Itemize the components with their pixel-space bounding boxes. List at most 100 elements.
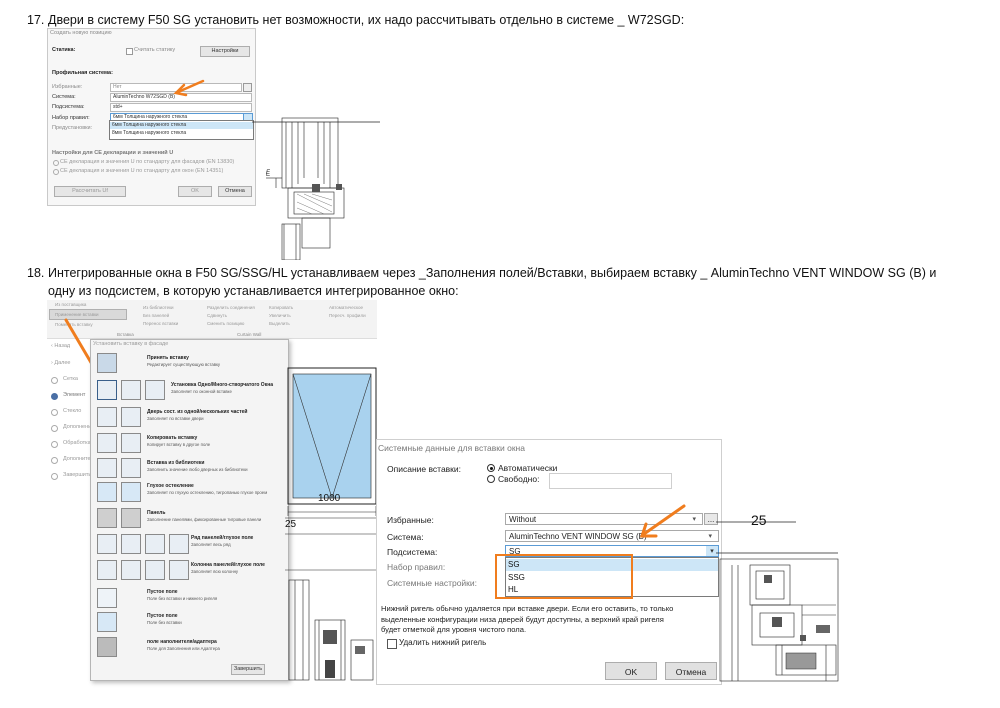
dimension-25-left: 25 [285,519,297,530]
ribbon-item-8[interactable]: Сменить позицию [207,320,244,327]
ce-option-2: CE декларация и значения U по стандарту … [60,168,224,174]
menu-row-title-11[interactable]: поле наполнителя/адаптера [147,639,217,645]
menu-row-sub-10: Поле без вставки [147,620,182,625]
ribbon-item-5[interactable]: Перенос вставки [143,320,178,327]
menu-row-sub-6: Заполнение панелями, фиксированные тигро… [147,517,262,522]
menu-row-title-2[interactable]: Дверь сост. из одной/нескольких частей [147,409,248,415]
menu-row-title-1[interactable]: Установка Одно/Много-створчатого Окна [171,382,273,388]
menu-row-title-8[interactable]: Колонна панелей/глухое поле [191,562,265,568]
panel-alt-icon[interactable] [121,508,141,528]
remove-transom-checkbox[interactable] [387,639,397,649]
rules-option-6mm[interactable]: 6мм Толщина наружного стекла [110,122,253,129]
menu-row-title-0[interactable]: Принять вставку [147,355,189,361]
recalc-uf-button[interactable]: Рассчитать Uf [54,186,126,197]
ribbon-item-11[interactable]: Выделить [269,320,290,327]
menu-row-sub-0: Редактирует существующую вставку [147,362,221,367]
cancel-button-big[interactable]: Отмена [665,662,717,680]
sidebar-step-icon-3 [51,425,58,432]
sidebar-step-icon-0 [51,377,58,384]
column-panel-icon-1[interactable] [97,560,117,580]
row-panel-icon-4[interactable] [169,534,189,554]
calc-statics-checkbox[interactable] [126,48,133,55]
column-panel-icon-3[interactable] [145,560,165,580]
menu-row-title-4[interactable]: Вставка из библиотеки [147,460,204,466]
cancel-button[interactable]: Отмена [218,186,252,197]
row-panel-icon-2[interactable] [121,534,141,554]
radio-auto-label: Автоматически [498,463,558,473]
column-panel-icon-2[interactable] [121,560,141,580]
new-position-dialog: Создать новую позицию Статика: Считать с… [47,28,256,206]
radio-auto[interactable] [487,464,495,472]
sidebar-item-processing[interactable]: Обработка [63,440,91,447]
ribbon-group-curtain-wall: Curtain Wall [237,332,262,337]
menu-row-title-10[interactable]: Пустое поле [147,613,177,619]
settings-button[interactable]: Настройки [200,46,250,57]
radio-free-label: Свободно: [498,474,540,484]
menu-row-sub-5: Заполняет по глухую остеклению, тигропан… [147,490,268,495]
menu-row-title-5[interactable]: Глухое остекление [147,483,194,489]
window-elevation-drawing [285,367,380,681]
sidebar-item-glass[interactable]: Стекло [63,408,81,415]
ribbon-item-7[interactable]: Сдвинуть [207,312,227,319]
ribbon-item-3[interactable]: Из библиотеки [143,304,174,311]
fav-chevron-down-icon: ▾ [692,516,696,523]
menu-row-title-6[interactable]: Панель [147,510,165,516]
filler-adapter-icon[interactable] [97,637,117,657]
sidebar-item-grid[interactable]: Сетка [63,376,78,383]
sidebar-item-element[interactable]: Элемент [63,392,85,399]
subsystem-label: Подсистема: [52,104,85,110]
ribbon-item-0[interactable]: Из поставщика [55,301,86,308]
menu-row-title-7[interactable]: Ряд панелей/глухое поле [191,535,253,541]
insert-menu-title: Установить вставку в фасаде [93,341,169,347]
sidebar-next[interactable]: › Далее [51,360,71,367]
rules-option-8mm[interactable]: 8мм Толщина наружного стекла [110,130,253,137]
door-single-icon[interactable] [97,407,117,427]
door-double-icon[interactable] [121,407,141,427]
ribbon-item-10[interactable]: Увеличить [269,312,291,319]
ribbon-item-4[interactable]: Без панелей [143,312,169,319]
copy-insert-alt-icon[interactable] [121,433,141,453]
menu-row-sub-4: Заполнить значение любо дверных из библи… [147,467,248,472]
radio-free[interactable] [487,475,495,483]
ribbon-item-9[interactable]: Копировать [269,304,293,311]
glazing-icon[interactable] [97,482,117,502]
item-18-line2: одну из подсистем, в которую устанавлива… [48,284,459,298]
panel-icon[interactable] [97,508,117,528]
row-panel-icon-1[interactable] [97,534,117,554]
column-panel-icon-4[interactable] [169,560,189,580]
glazing-alt-icon[interactable] [121,482,141,502]
empty-field-alt-icon[interactable] [97,612,117,632]
library-insert-alt-icon[interactable] [121,458,141,478]
window-triple-icon[interactable] [145,380,165,400]
ribbon-item-15[interactable]: Пересч. профили [329,312,366,319]
insert-menu-popup: Установить вставку в фасаде Принять вста… [90,339,289,681]
copy-insert-icon[interactable] [97,433,117,453]
empty-field-icon[interactable] [97,588,117,608]
free-description-input[interactable] [549,473,672,489]
subsystem-select[interactable]: std+ [110,103,252,112]
system-label: Система: [52,94,76,100]
ce-option-2-radio[interactable] [53,169,59,175]
window-insert-icon[interactable] [97,380,117,400]
window-double-icon[interactable] [121,380,141,400]
sidebar-item-finish[interactable]: Завершить [63,472,91,479]
apply-insert-icon[interactable] [97,353,117,373]
sidebar-step-icon-4 [51,441,58,448]
fav-more-button[interactable] [243,83,252,92]
big-dialog-title: Системные данные для вставки окна [378,443,525,453]
menu-row-title-9[interactable]: Пустое поле [147,589,177,595]
presets-label: Предустановки: [52,125,93,131]
sidebar-step-icon-5 [51,457,58,464]
ok-button-big[interactable]: OK [605,662,657,680]
ce-option-1-radio[interactable] [53,160,59,166]
ok-button[interactable]: OK [178,186,212,197]
finish-button[interactable]: Завершить [231,664,265,675]
ribbon-item-6[interactable]: Разделить соединения [207,304,255,311]
item-18-line1: Интегрированные окна в F50 SG/SSG/HL уст… [48,266,937,280]
menu-row-title-3[interactable]: Копировать вставку [147,435,197,441]
library-insert-icon[interactable] [97,458,117,478]
ribbon-item-14[interactable]: Автоматическое [329,304,363,311]
sidebar-back[interactable]: ‹ Назад [51,343,70,350]
ce-header: Настройки для CE декларации и значений U [52,150,174,156]
row-panel-icon-3[interactable] [145,534,165,554]
